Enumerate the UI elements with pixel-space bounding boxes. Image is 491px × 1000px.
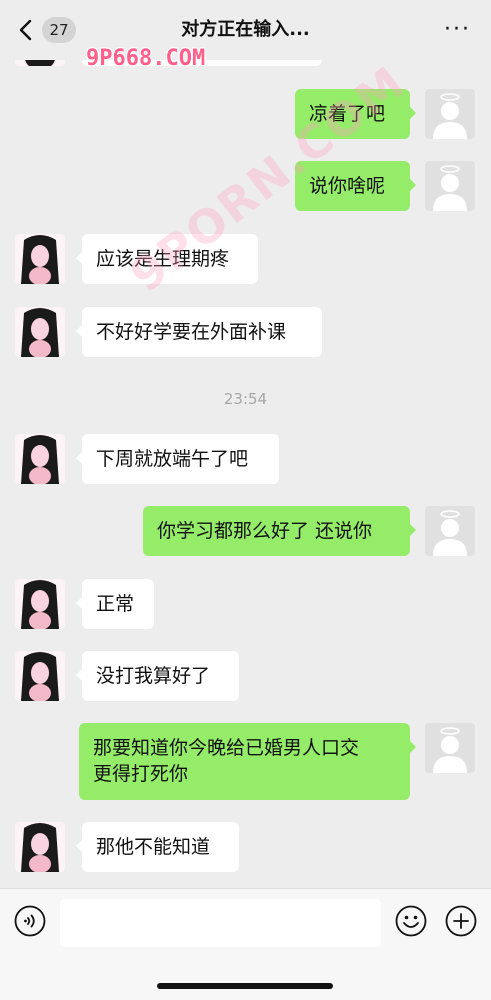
avatar[interactable] bbox=[15, 651, 65, 701]
more-dots-icon[interactable]: ··· bbox=[444, 19, 471, 41]
message-bubble[interactable]: 正常 bbox=[76, 579, 154, 629]
watermark-top: 9P668.COM bbox=[86, 46, 206, 71]
home-indicator bbox=[157, 983, 333, 989]
message-bubble[interactable]: 不好好学要在外面补课 bbox=[76, 307, 322, 357]
message-list[interactable]: 凉着了吧 说你啥呢 应该是生理期疼 不好好学要在外面补课 23:54 下周就放端… bbox=[0, 0, 491, 888]
avatar[interactable] bbox=[15, 307, 65, 357]
chat-title: 对方正在输入... bbox=[181, 19, 310, 40]
avatar[interactable] bbox=[425, 161, 475, 211]
avatar[interactable] bbox=[15, 234, 65, 284]
plus-icon[interactable] bbox=[445, 905, 477, 937]
avatar[interactable] bbox=[425, 89, 475, 139]
message-bubble[interactable]: 那他不能知道 bbox=[76, 822, 239, 872]
avatar[interactable] bbox=[15, 822, 65, 872]
message-bubble[interactable]: 没打我算好了 bbox=[76, 651, 239, 701]
timestamp: 23:54 bbox=[223, 390, 268, 408]
message-bubble[interactable]: 那要知道你今晚给已婚男人口交 更得打死你 bbox=[79, 723, 416, 800]
emoji-icon[interactable] bbox=[395, 905, 427, 937]
message-input[interactable] bbox=[60, 899, 381, 947]
avatar[interactable] bbox=[15, 579, 65, 629]
chat-header: 27 对方正在输入... ··· bbox=[0, 0, 491, 60]
voice-icon[interactable] bbox=[14, 905, 46, 937]
avatar[interactable] bbox=[425, 723, 475, 773]
avatar[interactable] bbox=[425, 506, 475, 556]
message-bubble[interactable]: 下周就放端午了吧 bbox=[76, 434, 279, 484]
message-bubble[interactable]: 你学习都那么好了 还说你 bbox=[143, 506, 416, 556]
avatar[interactable] bbox=[15, 434, 65, 484]
